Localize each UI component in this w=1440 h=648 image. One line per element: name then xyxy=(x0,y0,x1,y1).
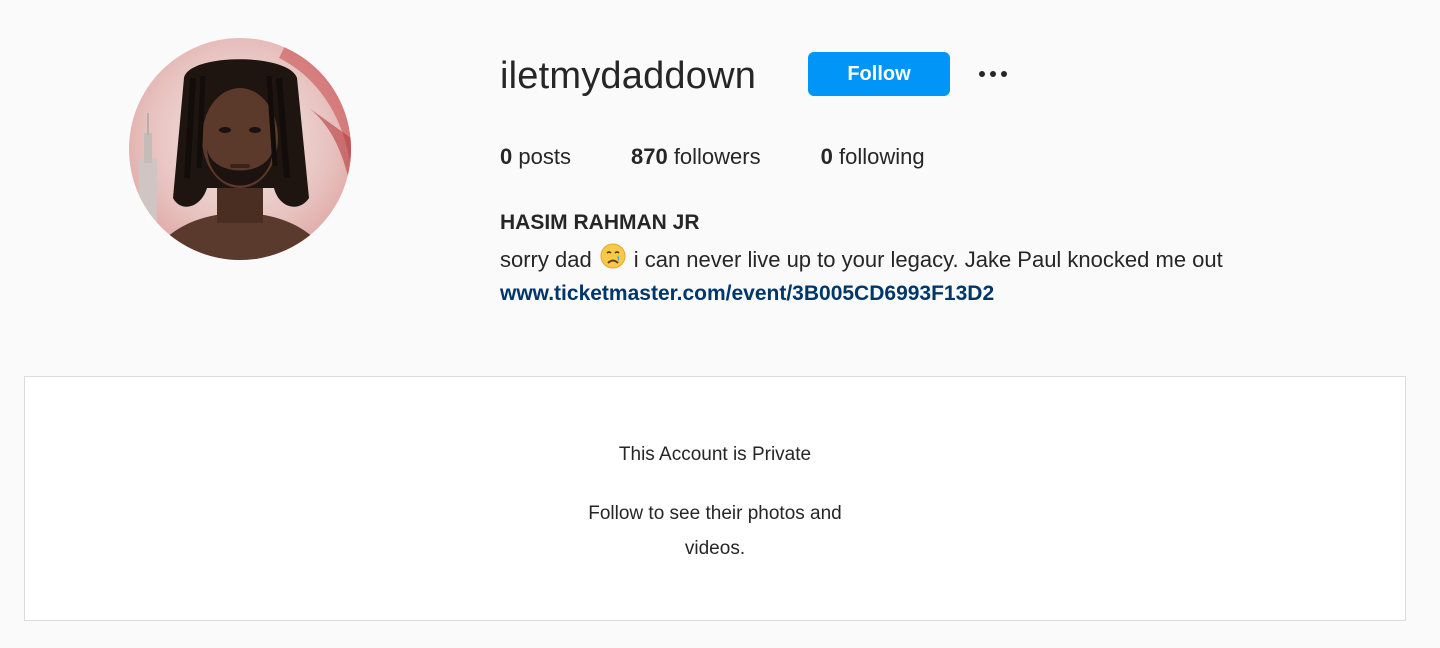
following-stat[interactable]: 0 following xyxy=(821,142,925,172)
profile-bio: sorry dad i can never live up to your le… xyxy=(500,243,1223,277)
bio-text-start: sorry dad xyxy=(500,247,592,272)
posts-stat: 0 posts xyxy=(500,142,571,172)
profile-avatar[interactable] xyxy=(129,38,351,260)
more-options-button[interactable] xyxy=(972,58,1014,90)
profile-username: iletmydaddown xyxy=(500,55,757,97)
profile-stats: 0 posts 870 followers 0 following xyxy=(500,142,985,172)
following-label: following xyxy=(839,144,925,169)
profile-page: iletmydaddown Follow 0 posts 870 followe… xyxy=(0,0,1440,648)
posts-label: posts xyxy=(518,144,571,169)
followers-count: 870 xyxy=(630,144,668,169)
follow-button[interactable]: Follow xyxy=(808,52,950,96)
avatar-portrait-image xyxy=(139,38,351,260)
private-account-title: This Account is Private xyxy=(618,444,812,465)
followers-stat[interactable]: 870 followers xyxy=(631,142,761,172)
followers-label: followers xyxy=(673,144,761,169)
following-count: 0 xyxy=(820,144,833,169)
private-account-panel: This Account is Private Follow to see th… xyxy=(24,376,1406,621)
crying-face-emoji-icon xyxy=(600,243,626,277)
private-account-subtitle: Follow to see their photos and videos. xyxy=(588,503,842,559)
more-horizontal-icon xyxy=(979,71,1007,77)
profile-external-link[interactable]: www.ticketmaster.com/event/3B005CD6993F1… xyxy=(500,279,994,309)
bio-text-end: i can never live up to your legacy. Jake… xyxy=(633,247,1223,272)
posts-count: 0 xyxy=(500,144,513,169)
profile-full-name: HASIM RAHMAN JR xyxy=(500,211,700,234)
